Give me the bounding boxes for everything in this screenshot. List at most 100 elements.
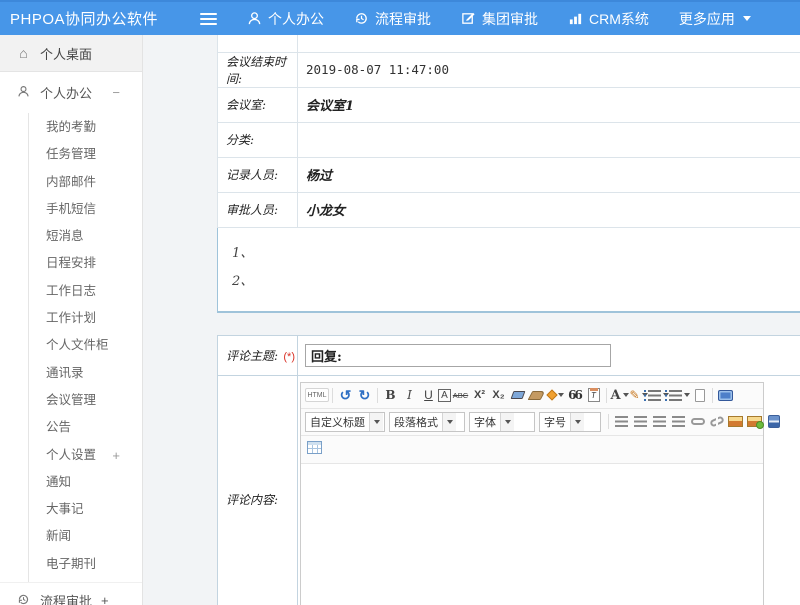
table-row-partial	[218, 35, 800, 52]
unordered-list-button[interactable]	[669, 386, 690, 405]
field-value-recorder: 杨过	[306, 169, 332, 184]
paragraph-format-select[interactable]: 段落格式	[389, 412, 465, 432]
app-title: PHPOA协同办公软件	[0, 8, 186, 29]
table-row-end-time: 会议结束时间: 2019-08-07 11:47:00	[218, 52, 800, 87]
sidebar-item-schedule[interactable]: 日程安排	[29, 250, 142, 277]
sidebar-submenu: 我的考勤 任务管理 内部邮件 手机短信 短消息 日程安排 工作日志 工作计划 个…	[28, 113, 142, 582]
fullscreen-icon[interactable]	[716, 386, 735, 405]
content-line: 2、	[232, 268, 800, 296]
sidebar-item-events[interactable]: 大事记	[29, 496, 142, 523]
font-size-select[interactable]: 字号	[539, 412, 601, 432]
main-content: 会议结束时间: 2019-08-07 11:47:00 会议室: 会议室1 分类…	[143, 35, 800, 605]
bold-button[interactable]: B	[381, 386, 400, 405]
caret-down-icon	[743, 16, 751, 21]
align-center-button[interactable]	[631, 412, 650, 431]
field-value-approver: 小龙女	[306, 204, 345, 219]
sidebar-item-notice[interactable]: 通知	[29, 469, 142, 496]
font-border-button[interactable]: A	[438, 389, 451, 402]
insert-table-button[interactable]	[305, 438, 324, 457]
table-row-meeting-room: 会议室: 会议室1	[218, 87, 800, 122]
superscript-button[interactable]: X²	[470, 386, 489, 405]
field-value-meeting-room: 会议室1	[306, 99, 354, 114]
insert-video-button[interactable]	[764, 412, 783, 431]
caret-down-icon	[500, 413, 514, 431]
sidebar-item-short-message[interactable]: 短消息	[29, 223, 142, 250]
field-label: 会议室:	[226, 98, 266, 112]
sidebar-item-news[interactable]: 新闻	[29, 523, 142, 550]
underline-button[interactable]: U	[419, 386, 438, 405]
comment-subject-input[interactable]	[305, 344, 611, 367]
top-header: PHPOA协同办公软件 个人办公 流程审批 集团审批	[0, 0, 800, 35]
redo-icon[interactable]: ↻	[355, 386, 374, 405]
sidebar-item-internal-mail[interactable]: 内部邮件	[29, 169, 142, 196]
menu-toggle-icon[interactable]	[200, 13, 217, 25]
sidebar-item-workflow-approval[interactable]: 流程审批 +	[0, 582, 142, 605]
history-icon	[354, 11, 369, 26]
expand-icon[interactable]: +	[112, 442, 120, 469]
nav-group-approval[interactable]: 集团审批	[461, 9, 538, 29]
sidebar-item-personal-office[interactable]: 个人办公 −	[0, 72, 142, 113]
nav-crm-system[interactable]: CRM系统	[568, 9, 649, 29]
nav-personal-office[interactable]: 个人办公	[247, 9, 324, 29]
bar-chart-icon	[568, 11, 583, 26]
blockquote-button[interactable]: 66	[565, 386, 584, 405]
new-page-icon[interactable]	[690, 386, 709, 405]
sidebar-item-tasks[interactable]: 任务管理	[29, 141, 142, 168]
sidebar-item-announcement[interactable]: 公告	[29, 414, 142, 441]
comment-subject-row: 评论主题: (*)	[218, 335, 800, 375]
strikethrough-button[interactable]: ABC	[451, 386, 470, 405]
heading-select[interactable]: 自定义标题	[305, 412, 385, 432]
meeting-detail-table: 会议结束时间: 2019-08-07 11:47:00 会议室: 会议室1 分类…	[217, 35, 800, 228]
auto-typeset-icon[interactable]	[546, 386, 565, 405]
sidebar-item-contacts[interactable]: 通讯录	[29, 360, 142, 387]
sidebar-item-work-plan[interactable]: 工作计划	[29, 305, 142, 332]
paste-plain-icon[interactable]: T	[584, 386, 603, 405]
insert-image-button[interactable]	[726, 412, 745, 431]
person-icon	[247, 11, 262, 26]
caret-down-icon	[369, 413, 383, 431]
editor-content-area[interactable]	[301, 464, 763, 605]
align-left-button[interactable]	[612, 412, 631, 431]
home-icon: ⌂	[16, 45, 31, 61]
edit-icon	[461, 11, 476, 26]
content-line: 1、	[232, 240, 800, 268]
remove-link-button[interactable]	[707, 412, 726, 431]
sidebar-item-desktop[interactable]: ⌂ 个人桌面	[0, 35, 142, 72]
phpoa-app: PHPOA协同办公软件 个人办公 流程审批 集团审批	[0, 0, 800, 605]
sidebar-item-sms[interactable]: 手机短信	[29, 196, 142, 223]
sidebar-item-meeting-management[interactable]: 会议管理	[29, 387, 142, 414]
html-source-button[interactable]: HTML	[305, 388, 329, 402]
insert-snapshot-button[interactable]	[745, 412, 764, 431]
table-row-approver: 审批人员: 小龙女	[218, 192, 800, 227]
font-family-select[interactable]: 字体	[469, 412, 535, 432]
undo-icon[interactable]: ↺	[336, 386, 355, 405]
insert-link-button[interactable]	[688, 412, 707, 431]
table-row-category: 分类:	[218, 122, 800, 157]
sidebar-item-file-cabinet[interactable]: 个人文件柜	[29, 332, 142, 359]
align-justify-button[interactable]	[669, 412, 688, 431]
remove-format-icon[interactable]	[508, 386, 527, 405]
nav-more-apps[interactable]: 更多应用	[679, 9, 751, 29]
align-right-button[interactable]	[650, 412, 669, 431]
subscript-button[interactable]: X₂	[489, 386, 508, 405]
table-row-recorder: 记录人员: 杨过	[218, 157, 800, 192]
sidebar-item-work-log[interactable]: 工作日志	[29, 278, 142, 305]
sidebar-item-e-journal[interactable]: 电子期刊	[29, 551, 142, 578]
person-icon	[16, 85, 31, 101]
sidebar-item-attendance[interactable]: 我的考勤	[29, 114, 142, 141]
collapse-icon[interactable]: −	[112, 85, 120, 100]
font-color-button[interactable]: A	[610, 386, 629, 405]
sidebar-item-personal-settings[interactable]: 个人设置+	[29, 442, 142, 469]
history-icon	[16, 593, 31, 605]
field-label: 会议结束时间:	[226, 55, 286, 86]
editor-toolbar-row-1: HTML ↺ ↻ B I U A ABC	[301, 383, 763, 409]
italic-button[interactable]: I	[400, 386, 419, 405]
comment-form-table: 评论主题: (*) 评论内容:	[217, 335, 800, 605]
sidebar: ⌂ 个人桌面 个人办公 − 我的考勤 任务管理 内部邮件 手机短信 短消息 日程…	[0, 35, 143, 605]
expand-icon[interactable]: +	[101, 593, 109, 605]
format-painter-icon[interactable]	[527, 386, 546, 405]
caret-down-icon	[442, 413, 456, 431]
nav-workflow-approval[interactable]: 流程审批	[354, 9, 431, 29]
required-mark: (*)	[283, 351, 295, 363]
field-label: 记录人员:	[226, 168, 278, 182]
